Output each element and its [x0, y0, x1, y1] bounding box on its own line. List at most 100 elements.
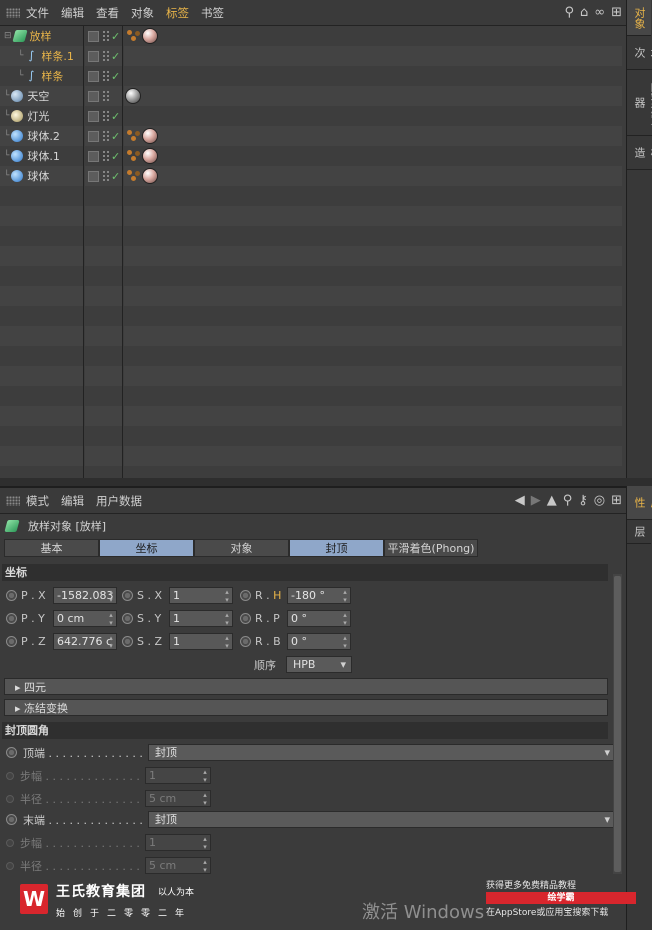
menu-edit[interactable]: 编辑	[61, 5, 84, 21]
layer-box-icon[interactable]	[88, 170, 99, 182]
layer-box-icon[interactable]	[88, 50, 99, 62]
enabled-check-icon[interactable]: ✓	[111, 70, 120, 83]
visibility-dots-icon[interactable]	[102, 90, 110, 102]
side-tab-content-browser[interactable]: 内容浏览器	[627, 70, 652, 136]
layer-box-icon[interactable]	[88, 30, 99, 42]
tab-coord[interactable]: 坐标	[99, 539, 194, 557]
panel-grip-icon[interactable]	[6, 7, 20, 18]
quaternion-group[interactable]: ▸ 四元	[4, 678, 608, 695]
up-arrow-icon[interactable]: ▲	[547, 493, 557, 508]
sz-field[interactable]: 1	[169, 633, 233, 650]
py-field[interactable]: 0 cm	[53, 610, 117, 627]
material-tag-icon[interactable]	[142, 148, 158, 164]
layer-box-icon[interactable]	[88, 70, 99, 82]
back-arrow-icon[interactable]: ◀	[515, 493, 525, 508]
side-tab-takes[interactable]: 场次	[627, 36, 652, 70]
material-tag-icon[interactable]	[142, 128, 158, 144]
tab-caps[interactable]: 封顶	[289, 539, 384, 557]
object-row[interactable]: └ 球体.2	[0, 126, 83, 146]
section-coord[interactable]: 坐标	[2, 564, 608, 581]
menu-user-data[interactable]: 用户数据	[96, 493, 142, 509]
object-row[interactable]: └ ∫ 样条	[0, 66, 83, 86]
phong-tag-icon[interactable]	[127, 169, 141, 183]
cap-top-dropdown[interactable]: 封顶	[148, 744, 616, 761]
side-tab-structure[interactable]: 构造	[627, 136, 652, 170]
object-name[interactable]: 球体.1	[27, 148, 60, 164]
anim-radio-icon[interactable]	[240, 590, 251, 601]
enabled-check-icon[interactable]: ✓	[111, 170, 120, 183]
panel-grip-icon[interactable]	[6, 495, 20, 506]
link-icon[interactable]: ∞	[594, 5, 605, 20]
phong-tag-icon[interactable]	[127, 129, 141, 143]
new-panel-icon[interactable]: ⊞	[611, 5, 622, 20]
visibility-dots-icon[interactable]	[102, 70, 110, 82]
anim-radio-icon[interactable]	[6, 636, 17, 647]
phong-tag-icon[interactable]	[127, 149, 141, 163]
attribute-scrollbar[interactable]	[613, 574, 622, 874]
anim-radio-icon[interactable]	[6, 613, 17, 624]
menu-mode[interactable]: 模式	[26, 493, 49, 509]
object-name[interactable]: 球体.2	[27, 128, 60, 144]
visibility-dots-icon[interactable]	[102, 30, 110, 42]
object-row[interactable]: └ ∫ 样条.1	[0, 46, 83, 66]
object-name[interactable]: 样条.1	[41, 48, 74, 64]
tab-phong[interactable]: 平滑着色(Phong)	[384, 539, 478, 557]
anim-radio-icon[interactable]	[240, 613, 251, 624]
visibility-dots-icon[interactable]	[102, 50, 110, 62]
phong-tag-icon[interactable]	[127, 29, 141, 43]
anim-radio-icon[interactable]	[240, 636, 251, 647]
enabled-check-icon[interactable]: ✓	[111, 150, 120, 163]
menu-objects[interactable]: 对象	[131, 5, 154, 21]
material-tag-icon[interactable]	[142, 28, 158, 44]
side-tab-objects[interactable]: 对象	[627, 0, 651, 36]
target-icon[interactable]: ◎	[594, 493, 605, 508]
lock-icon[interactable]: ⚷	[578, 493, 588, 508]
menu-edit[interactable]: 编辑	[61, 493, 84, 509]
layer-box-icon[interactable]	[88, 90, 99, 102]
rb-field[interactable]: 0 °	[287, 633, 351, 650]
enabled-check-icon[interactable]: ✓	[111, 130, 120, 143]
object-row[interactable]: └ 球体.1	[0, 146, 83, 166]
menu-view[interactable]: 查看	[96, 5, 119, 21]
tab-basic[interactable]: 基本	[4, 539, 99, 557]
home-icon[interactable]: ⌂	[580, 5, 588, 20]
object-name[interactable]: 天空	[27, 88, 49, 104]
forward-arrow-icon[interactable]: ▶	[531, 493, 541, 508]
tab-object[interactable]: 对象	[194, 539, 289, 557]
object-row[interactable]: └ 灯光	[0, 106, 83, 126]
new-panel-icon[interactable]: ⊞	[611, 493, 622, 508]
side-tab-layers[interactable]: 层	[627, 520, 651, 544]
anim-radio-icon[interactable]	[6, 747, 17, 758]
visibility-dots-icon[interactable]	[102, 170, 110, 182]
layer-box-icon[interactable]	[88, 110, 99, 122]
anim-radio-icon[interactable]	[6, 590, 17, 601]
anim-radio-icon[interactable]	[6, 814, 17, 825]
pz-field[interactable]: 642.776 c	[53, 633, 117, 650]
layer-box-icon[interactable]	[88, 130, 99, 142]
visibility-dots-icon[interactable]	[102, 130, 110, 142]
object-name[interactable]: 球体	[27, 168, 49, 184]
sy-field[interactable]: 1	[169, 610, 233, 627]
anim-radio-icon[interactable]	[122, 590, 133, 601]
object-name[interactable]: 样条	[41, 68, 63, 84]
menu-file[interactable]: 文件	[26, 5, 49, 21]
enabled-check-icon[interactable]: ✓	[111, 50, 120, 63]
freeze-transform-group[interactable]: ▸ 冻结变换	[4, 699, 608, 716]
object-row[interactable]: └ 天空	[0, 86, 83, 106]
enabled-check-icon[interactable]: ✓	[111, 110, 120, 123]
menu-bookmarks[interactable]: 书签	[201, 5, 224, 21]
material-tag-icon[interactable]	[142, 168, 158, 184]
search-icon[interactable]: ⚲	[563, 493, 573, 508]
object-row[interactable]: └ 球体	[0, 166, 83, 186]
scrollbar-thumb[interactable]	[614, 576, 621, 872]
menu-tags[interactable]: 标签	[166, 5, 189, 21]
visibility-dots-icon[interactable]	[102, 150, 110, 162]
layer-box-icon[interactable]	[88, 150, 99, 162]
order-dropdown[interactable]: HPB	[286, 656, 352, 673]
anim-radio-icon[interactable]	[122, 636, 133, 647]
object-name[interactable]: 灯光	[27, 108, 49, 124]
section-caps[interactable]: 封顶圆角	[2, 722, 608, 739]
visibility-dots-icon[interactable]	[102, 110, 110, 122]
enabled-check-icon[interactable]: ✓	[111, 30, 120, 43]
px-field[interactable]: -1582.083	[53, 587, 117, 604]
